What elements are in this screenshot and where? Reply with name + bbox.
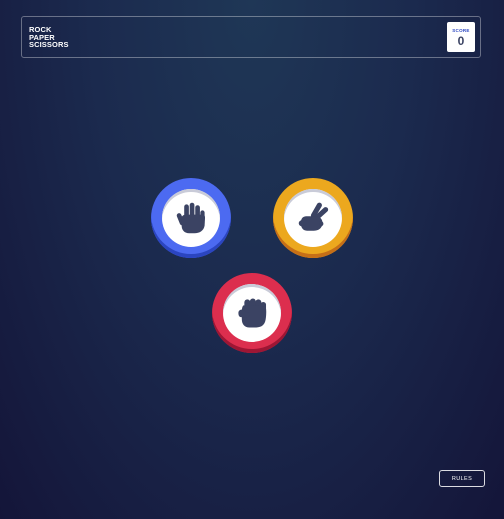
paper-button-face — [162, 189, 220, 247]
rock-button[interactable] — [212, 273, 292, 353]
score-label: SCORE — [452, 28, 470, 33]
scissors-button[interactable] — [273, 178, 353, 258]
hand-paper-icon — [176, 202, 206, 234]
title-line-scissors: SCISSORS — [29, 40, 69, 49]
paper-button[interactable] — [151, 178, 231, 258]
hand-rock-icon — [238, 298, 267, 328]
hand-scissors-icon — [298, 202, 329, 231]
rock-button-face — [223, 284, 281, 342]
rules-button[interactable]: RULES — [439, 470, 485, 487]
game-title: ROCK PAPER SCISSORS — [29, 26, 69, 49]
scissors-button-face — [284, 189, 342, 247]
score-value: 0 — [457, 34, 465, 48]
game-header: ROCK PAPER SCISSORS SCORE 0 — [21, 16, 481, 58]
score-box: SCORE 0 — [447, 22, 475, 52]
